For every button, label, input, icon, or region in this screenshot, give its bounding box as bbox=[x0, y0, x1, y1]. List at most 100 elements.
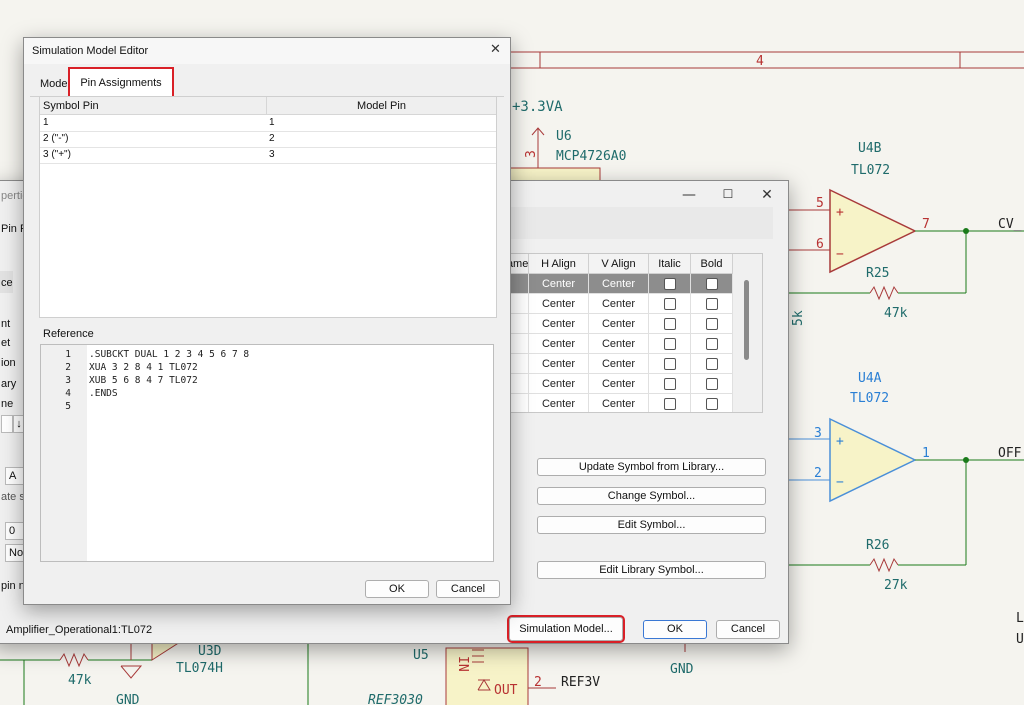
pin-model-cell[interactable]: 3 bbox=[269, 147, 275, 163]
net-cv: CV_ bbox=[998, 217, 1022, 232]
sme-cancel-button[interactable]: Cancel bbox=[436, 580, 500, 598]
bold-checkbox[interactable] bbox=[705, 298, 718, 311]
bold-checkbox[interactable] bbox=[705, 318, 718, 331]
r26-ref: R26 bbox=[866, 538, 889, 553]
bold-checkbox[interactable] bbox=[705, 338, 718, 351]
edit-symbol-button[interactable]: Edit Symbol... bbox=[537, 516, 766, 534]
grid-cell-valign[interactable]: Center bbox=[589, 294, 649, 314]
grid-cell-italic bbox=[649, 274, 691, 294]
u4b-pin-minus: 6 bbox=[816, 237, 824, 252]
sme-ok-button[interactable]: OK bbox=[365, 580, 429, 598]
italic-checkbox[interactable] bbox=[663, 298, 676, 311]
grid-scrollbar[interactable] bbox=[744, 280, 749, 360]
change-symbol-button[interactable]: Change Symbol... bbox=[537, 487, 766, 505]
props-ok-button[interactable]: OK bbox=[643, 620, 707, 639]
italic-checkbox[interactable] bbox=[663, 358, 676, 371]
r25-value: 47k bbox=[884, 306, 908, 321]
sme-close-icon[interactable]: ✕ bbox=[490, 42, 501, 57]
bold-checkbox[interactable] bbox=[705, 358, 718, 371]
u3d-value: TL074H bbox=[176, 661, 223, 676]
italic-checkbox[interactable] bbox=[663, 338, 676, 351]
fields-grid[interactable]: Name H Align V Align Italic Bold Center C… bbox=[498, 253, 763, 413]
left-label-1: nt bbox=[1, 318, 11, 330]
u6-ref: U6 bbox=[556, 129, 572, 144]
maximize-icon[interactable]: ☐ bbox=[720, 187, 736, 201]
reference-label: Reference bbox=[43, 328, 94, 340]
line-number-gutter: 1 2 3 4 5 bbox=[41, 345, 87, 561]
frame-column-label: 4 bbox=[756, 54, 764, 69]
grid-cell-valign[interactable]: Center bbox=[589, 374, 649, 394]
edit-library-symbol-button[interactable]: Edit Library Symbol... bbox=[537, 561, 766, 579]
reference-code-editor[interactable]: 1 2 3 4 5 .SUBCKT DUAL 1 2 3 4 5 6 7 8 XUA 3 … bbox=[40, 344, 494, 562]
grid-cell-valign[interactable]: Center bbox=[589, 394, 649, 412]
grid-header-bold[interactable]: Bold bbox=[691, 254, 733, 274]
pin-symbol-cell[interactable]: 3 ("+") bbox=[43, 147, 71, 163]
bold-checkbox[interactable] bbox=[705, 278, 718, 291]
net-ref3v: REF3V bbox=[561, 675, 600, 690]
u4b-value: TL072 bbox=[851, 163, 890, 178]
code-line[interactable]: XUA 3 2 8 4 1 TL072 bbox=[89, 362, 198, 373]
line-number: 3 bbox=[65, 375, 71, 386]
pin-model-cell[interactable]: 2 bbox=[269, 131, 275, 147]
grid-cell-valign[interactable]: Center bbox=[589, 334, 649, 354]
u4b-pin-out: 7 bbox=[922, 217, 930, 232]
grid-cell-halign[interactable]: Center bbox=[529, 354, 589, 374]
col-symbol-pin[interactable]: Symbol Pin bbox=[40, 97, 267, 115]
pin-symbol-cell[interactable]: 1 bbox=[43, 115, 49, 131]
left-field-not[interactable]: Not bbox=[5, 544, 26, 562]
grid-cell-italic bbox=[649, 334, 691, 354]
grid-cell-valign[interactable]: Center bbox=[589, 274, 649, 294]
u4a-pin-minus: 2 bbox=[814, 466, 822, 481]
pin-assignments-table[interactable]: Symbol Pin Model Pin 112 ("-") 2 3 ("+") 3 bbox=[39, 96, 497, 318]
bold-checkbox[interactable] bbox=[705, 378, 718, 391]
sme-title: Simulation Model Editor bbox=[32, 45, 149, 57]
grid-cell-halign[interactable]: Center bbox=[529, 334, 589, 354]
italic-checkbox[interactable] bbox=[663, 378, 676, 391]
tab-model[interactable]: Mode bbox=[40, 78, 68, 90]
pin-row[interactable]: 2 ("-") 2 bbox=[40, 131, 496, 148]
italic-checkbox[interactable] bbox=[663, 398, 676, 411]
col-model-pin[interactable]: Model Pin bbox=[267, 97, 496, 115]
simulation-model-button[interactable]: Simulation Model... bbox=[507, 615, 625, 643]
u4a-ref: U4A bbox=[858, 371, 882, 386]
pin-row[interactable]: 11 bbox=[40, 115, 496, 132]
grid-header-valign[interactable]: V Align bbox=[589, 254, 649, 274]
u5-pin-number: 2 bbox=[534, 675, 542, 690]
close-icon[interactable]: ✕ bbox=[759, 187, 775, 203]
left-field-a[interactable]: A bbox=[5, 467, 24, 485]
grid-cell-halign[interactable]: Center bbox=[529, 314, 589, 334]
pin-model-cell[interactable]: 1 bbox=[269, 115, 275, 131]
u4a-plus-sign: + bbox=[836, 434, 844, 449]
grid-cell-halign[interactable]: Center bbox=[529, 394, 589, 412]
update-symbol-button[interactable]: Update Symbol from Library... bbox=[537, 458, 766, 476]
italic-checkbox[interactable] bbox=[663, 278, 676, 291]
pin-row[interactable]: 3 ("+") 3 bbox=[40, 147, 496, 164]
line-number: 4 bbox=[65, 388, 71, 399]
simulation-model-editor-dialog: Simulation Model Editor ✕ Mode Pin Assig… bbox=[23, 37, 511, 605]
grid-cell-valign[interactable]: Center bbox=[589, 354, 649, 374]
left-spin-up[interactable] bbox=[1, 415, 13, 433]
right-edge-a: L bbox=[1016, 611, 1024, 626]
minimize-icon[interactable]: — bbox=[681, 187, 697, 203]
pin-symbol-cell[interactable]: 2 ("-") bbox=[43, 131, 68, 147]
grid-cell-bold bbox=[691, 294, 733, 314]
left-field-0[interactable]: 0 bbox=[5, 522, 24, 540]
grid-cell-halign[interactable]: Center bbox=[529, 274, 589, 294]
grid-cell-bold bbox=[691, 354, 733, 374]
code-line[interactable]: .SUBCKT DUAL 1 2 3 4 5 6 7 8 bbox=[89, 349, 249, 360]
grid-cell-halign[interactable]: Center bbox=[529, 374, 589, 394]
grid-cell-valign[interactable]: Center bbox=[589, 314, 649, 334]
left-label-5: ne bbox=[1, 398, 14, 410]
props-cancel-button[interactable]: Cancel bbox=[716, 620, 780, 639]
grid-cell-halign[interactable]: Center bbox=[529, 294, 589, 314]
grid-header-italic[interactable]: Italic bbox=[649, 254, 691, 274]
bold-checkbox[interactable] bbox=[705, 398, 718, 411]
grid-header-halign[interactable]: H Align bbox=[529, 254, 589, 274]
code-line[interactable]: XUB 5 6 8 4 7 TL072 bbox=[89, 375, 198, 386]
tab-pin-assignments[interactable]: Pin Assignments bbox=[68, 67, 174, 99]
code-line[interactable]: .ENDS bbox=[89, 388, 118, 399]
left-resistor-value: 47k bbox=[68, 673, 92, 688]
u4a-value: TL072 bbox=[850, 391, 889, 406]
gnd-left: GND bbox=[116, 693, 140, 705]
italic-checkbox[interactable] bbox=[663, 318, 676, 331]
